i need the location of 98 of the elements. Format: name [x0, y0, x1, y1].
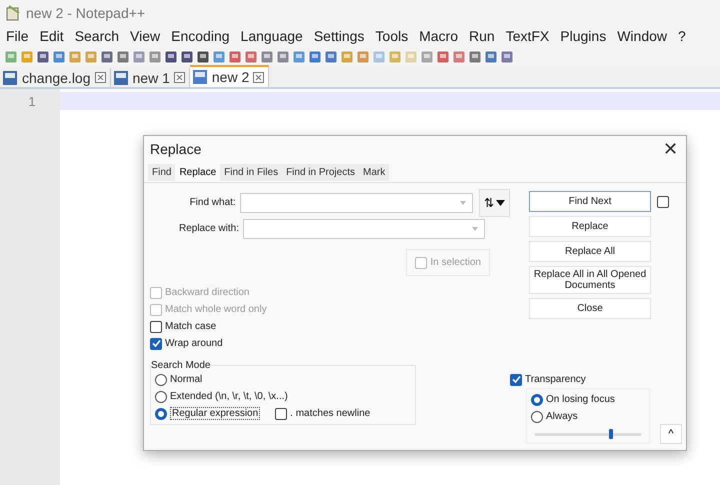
toolbar-icon[interactable] [276, 50, 290, 64]
toolbar-icon[interactable] [228, 50, 242, 64]
file-tab[interactable]: change.log [0, 68, 111, 87]
menu-item[interactable]: Edit [40, 28, 64, 44]
checkbox[interactable] [657, 196, 669, 208]
document-icon [192, 69, 208, 85]
radio-button[interactable] [155, 374, 167, 386]
radio-label: Always [546, 411, 578, 422]
checkbox[interactable] [275, 408, 288, 420]
radio-label: On losing focus [546, 394, 615, 405]
tab-label: new 1 [132, 70, 170, 86]
window-title: new 2 - Notepad++ [26, 4, 146, 20]
toolbar-icon[interactable] [468, 50, 482, 64]
dialog-tab[interactable]: Find in Projects [282, 164, 359, 180]
menu-item[interactable]: Language [240, 28, 303, 44]
swap-button[interactable]: ⇅ [479, 188, 510, 216]
file-tab[interactable]: new 1 [110, 68, 190, 87]
menu-item[interactable]: Encoding [171, 28, 230, 44]
mode-option[interactable]: Regular expression . matches newline [155, 405, 411, 422]
document-icon [2, 70, 18, 86]
file-tab[interactable]: new 2 [190, 65, 270, 87]
dialog-button[interactable]: Find Next [529, 191, 651, 212]
radio-label: Extended (\n, \r, \t, \0, \x...) [170, 391, 288, 402]
tab-label: change.log [22, 70, 91, 86]
toolbar-icon[interactable] [164, 50, 178, 64]
collapse-button[interactable]: ^ [660, 424, 682, 444]
menu-item[interactable]: File [6, 28, 29, 44]
dialog-title: Replace [150, 141, 202, 157]
checkbox[interactable] [150, 320, 162, 332]
toolbar-icon[interactable] [196, 50, 210, 64]
radio-button[interactable] [531, 410, 543, 422]
toolbar-icon[interactable] [36, 50, 50, 64]
checkbox-label: . matches newline [290, 408, 370, 419]
transparency-mode[interactable]: Always [531, 408, 645, 425]
field-label: Replace with: [178, 223, 240, 234]
tab-label: new 2 [212, 69, 250, 85]
menu-item[interactable]: Tools [375, 28, 408, 44]
toolbar-icon[interactable] [244, 50, 258, 64]
line-number: 1 [27, 94, 36, 109]
checkbox-label: Backward direction [165, 287, 250, 298]
menu-item[interactable]: View [130, 28, 160, 44]
checkbox-label: Match case [165, 321, 216, 332]
radio-button[interactable] [531, 394, 543, 406]
toolbar-icon[interactable] [116, 50, 130, 64]
dialog-button[interactable]: Replace [529, 216, 651, 237]
checkbox[interactable] [150, 338, 162, 350]
checkbox-label: In selection [430, 257, 481, 268]
toolbar-icon[interactable] [260, 50, 274, 64]
toolbar-icon[interactable] [324, 50, 338, 64]
close-button[interactable]: ✕ [663, 140, 678, 158]
mode-option[interactable]: Normal [155, 371, 411, 388]
group-title: Search Mode [151, 360, 210, 371]
search-option[interactable]: Wrap around [150, 335, 510, 352]
combo-field[interactable] [243, 218, 485, 238]
newline-option[interactable]: . matches newline [275, 405, 370, 422]
dialog-tab[interactable]: Mark [358, 164, 390, 180]
dialog-button[interactable]: Close [529, 298, 651, 319]
menu-item[interactable]: Settings [314, 28, 364, 44]
notepad-icon [6, 4, 20, 20]
toolbar-icon[interactable] [100, 50, 114, 64]
mode-option[interactable]: Extended (\n, \r, \t, \0, \x...) [155, 388, 411, 405]
transparency-slider[interactable] [535, 429, 641, 439]
toolbar-icon[interactable] [484, 50, 498, 64]
menu-item[interactable]: TextFX [506, 28, 550, 44]
menu-item[interactable]: Search [74, 28, 120, 44]
transparency-option[interactable]: Transparency [510, 371, 650, 388]
radio-button[interactable] [155, 390, 167, 402]
checkbox-label: Match whole word only [165, 304, 267, 315]
toolbar-icon[interactable] [500, 50, 514, 64]
dialog-button[interactable]: Replace All in All Opened Documents [529, 266, 651, 294]
toolbar-icon[interactable] [180, 50, 194, 64]
menu-item[interactable]: Window [617, 28, 667, 44]
search-option[interactable]: Match case [150, 318, 510, 335]
checkbox-label: Wrap around [165, 338, 223, 349]
dialog-button[interactable]: Replace All [529, 241, 651, 262]
radio-button[interactable] [155, 408, 167, 420]
dialog-tab[interactable]: Find in Files [220, 164, 282, 180]
combo-field[interactable] [240, 192, 474, 212]
menu-item[interactable]: ? [678, 28, 686, 44]
menu-item[interactable]: Macro [419, 28, 458, 44]
radio-label: Regular expression [170, 407, 260, 420]
transparency-mode[interactable]: On losing focus [531, 391, 645, 408]
dialog-tab[interactable]: Find [148, 164, 176, 180]
toolbar-icon[interactable] [52, 50, 66, 64]
dropdown-arrow-icon[interactable] [496, 200, 506, 206]
checkbox-label: Transparency [525, 374, 586, 385]
slider-thumb[interactable] [609, 429, 614, 439]
toolbar-icon[interactable] [308, 50, 322, 64]
radio-label: Normal [170, 374, 202, 385]
close-icon[interactable] [94, 72, 106, 83]
close-icon[interactable] [253, 72, 264, 82]
field-label: Find what: [188, 197, 237, 208]
menu-item[interactable]: Run [469, 28, 495, 44]
close-icon[interactable] [174, 72, 185, 83]
menu-item[interactable]: Plugins [560, 28, 606, 44]
document-icon [112, 70, 129, 86]
toolbar-icon[interactable] [436, 50, 450, 64]
checkbox[interactable] [510, 374, 522, 386]
